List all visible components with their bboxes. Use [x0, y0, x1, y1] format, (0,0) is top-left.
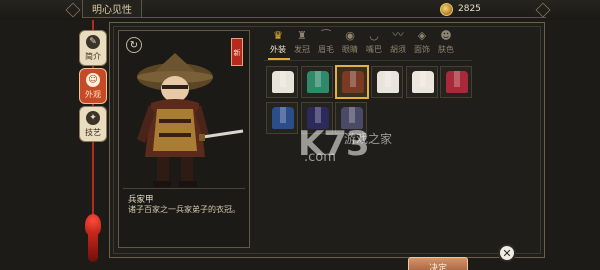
tab-label: 发冠 — [294, 45, 310, 54]
sidebar-item-label: 外观 — [85, 90, 101, 99]
tab-label: 外装 — [270, 45, 286, 54]
title-divider — [142, 17, 546, 18]
eyebrow-icon: ⁀ — [321, 29, 331, 42]
tab-label: 肤色 — [438, 45, 454, 54]
mask-icon: ◈ — [417, 29, 427, 42]
robe-icon — [412, 71, 434, 93]
sidebar-item-skills[interactable]: ✦ 技艺 — [79, 106, 107, 142]
tab-beard[interactable]: 〰 胡须 — [386, 28, 410, 58]
tab-label: 眼睛 — [342, 45, 358, 54]
skill-icon: ✦ — [86, 111, 100, 125]
robe-icon — [307, 71, 329, 93]
tab-skin[interactable]: ☻ 肤色 — [434, 28, 458, 58]
eye-icon: ◉ — [345, 29, 355, 42]
outfit-slot[interactable] — [301, 66, 333, 98]
outfit-slot[interactable] — [371, 66, 403, 98]
close-icon[interactable]: ✕ — [498, 244, 516, 262]
beard-icon: 〰 — [392, 28, 404, 41]
outfit-icon: ♛ — [273, 29, 283, 42]
coin-icon — [440, 3, 453, 16]
scroll-icon: ✎ — [86, 35, 100, 49]
tab-label: 胡须 — [390, 45, 406, 54]
portrait-icon: ☺ — [86, 73, 100, 87]
new-badge: 新 — [231, 38, 243, 66]
description-divider — [123, 188, 245, 189]
crown-icon: ♜ — [297, 29, 307, 42]
tab-headwear[interactable]: ♜ 发冠 — [290, 28, 314, 58]
page-title: 明心见性 — [82, 0, 142, 18]
robe-icon — [446, 71, 468, 93]
robe-icon — [272, 71, 294, 93]
character-figure — [137, 53, 244, 187]
item-description: 诸子百家之一兵家弟子的衣冠。 — [128, 205, 240, 214]
tab-eyebrows[interactable]: ⁀ 眉毛 — [314, 28, 338, 58]
tab-mouth[interactable]: ◡ 嘴巴 — [362, 28, 386, 58]
robe-icon — [272, 107, 294, 129]
tab-face-deco[interactable]: ◈ 面饰 — [410, 28, 434, 58]
tab-eyes[interactable]: ◉ 眼睛 — [338, 28, 362, 58]
tab-label: 嘴巴 — [366, 45, 382, 54]
tabs-divider — [264, 60, 472, 61]
sidebar-item-label: 简介 — [85, 52, 101, 61]
category-tabs: ♛ 外装 ♜ 发冠 ⁀ 眉毛 ◉ 眼睛 ◡ 嘴巴 〰 胡须 ◈ 面饰 ☻ 肤色 — [262, 28, 472, 58]
tab-outfit[interactable]: ♛ 外装 — [266, 28, 290, 58]
watermark-text: 游戏之家 — [344, 132, 393, 146]
outfit-slot[interactable] — [266, 66, 298, 98]
currency-amount: 2825 — [458, 4, 481, 14]
sidebar-item-appearance[interactable]: ☺ 外观 — [79, 68, 107, 104]
robe-icon — [342, 71, 364, 93]
watermark-domain: .com — [304, 150, 336, 165]
outfit-slot-selected[interactable] — [335, 65, 369, 99]
confirm-button[interactable]: 决定 — [408, 257, 468, 270]
outfit-slot[interactable] — [406, 66, 438, 98]
tab-label: 面饰 — [414, 45, 430, 54]
outfit-slot[interactable] — [440, 66, 472, 98]
rotate-icon[interactable]: ↻ — [126, 37, 142, 53]
sidebar-item-label: 技艺 — [85, 128, 101, 137]
mouth-icon: ◡ — [369, 29, 379, 42]
tassel-decoration — [88, 232, 98, 262]
outfit-slot[interactable] — [266, 102, 298, 134]
skull-icon: ☻ — [440, 29, 452, 42]
robe-icon — [377, 71, 399, 93]
sidebar-item-intro[interactable]: ✎ 简介 — [79, 30, 107, 66]
tab-label: 眉毛 — [318, 45, 334, 54]
